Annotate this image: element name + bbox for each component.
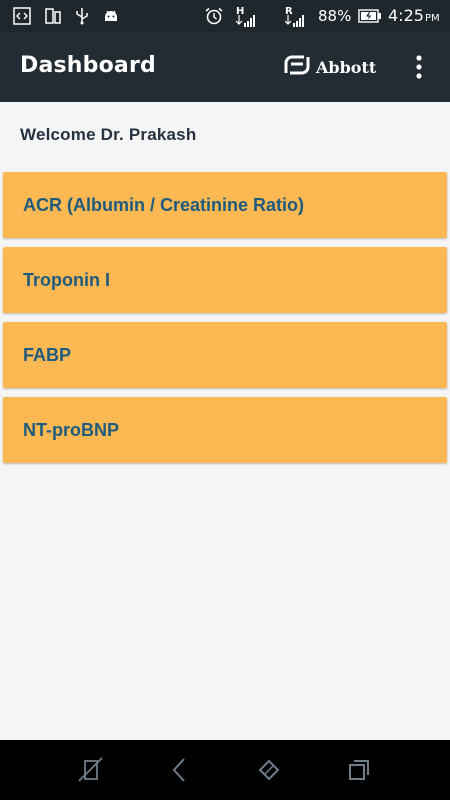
- recent-apps-button[interactable]: [344, 755, 374, 785]
- test-card-label: FABP: [23, 345, 72, 365]
- abbott-logo-icon: [284, 55, 310, 79]
- navigation-bar: [0, 740, 450, 800]
- screen-rotate-button[interactable]: [76, 755, 106, 785]
- status-bar: H R 88% 4:25 PM: [0, 0, 450, 32]
- test-list: ACR (Albumin / Creatinine Ratio) Troponi…: [3, 172, 447, 472]
- brand-logo: Abbott: [284, 54, 376, 80]
- test-card-fabp[interactable]: FABP: [3, 322, 447, 388]
- alarm-icon: [204, 7, 224, 29]
- back-icon: [172, 758, 185, 782]
- test-card-label: Troponin I: [23, 270, 110, 290]
- signal-icon-1: [235, 13, 258, 31]
- battery-percent: 88%: [318, 7, 352, 25]
- clock-time: 4:25: [388, 6, 424, 25]
- recent-apps-icon: [349, 760, 369, 780]
- home-icon: [258, 759, 280, 781]
- code-icon: [13, 7, 31, 29]
- rotate-icon: [78, 757, 103, 782]
- android-icon: [102, 7, 120, 29]
- overflow-menu-button[interactable]: [405, 52, 433, 82]
- back-button[interactable]: [164, 755, 194, 785]
- clock-suffix: PM: [425, 13, 440, 24]
- home-button[interactable]: [254, 755, 284, 785]
- test-card-label: ACR (Albumin / Creatinine Ratio): [23, 195, 305, 215]
- test-card-troponin[interactable]: Troponin I: [3, 247, 447, 313]
- battery-charging-icon: [358, 9, 382, 27]
- signal-icon-2: [284, 13, 311, 31]
- more-vert-icon: [416, 55, 422, 79]
- test-card-label: NT-proBNP: [23, 420, 119, 440]
- welcome-message: Welcome Dr. Prakash: [20, 125, 197, 144]
- brand-name: Abbott: [316, 57, 377, 77]
- usb-icon: [74, 7, 90, 29]
- app-bar: Dashboard Abbott: [0, 32, 450, 102]
- devices-icon: [44, 7, 62, 29]
- test-card-nt-probnp[interactable]: NT-proBNP: [3, 397, 447, 463]
- page-title: Dashboard: [20, 53, 156, 78]
- test-card-acr[interactable]: ACR (Albumin / Creatinine Ratio): [3, 172, 447, 238]
